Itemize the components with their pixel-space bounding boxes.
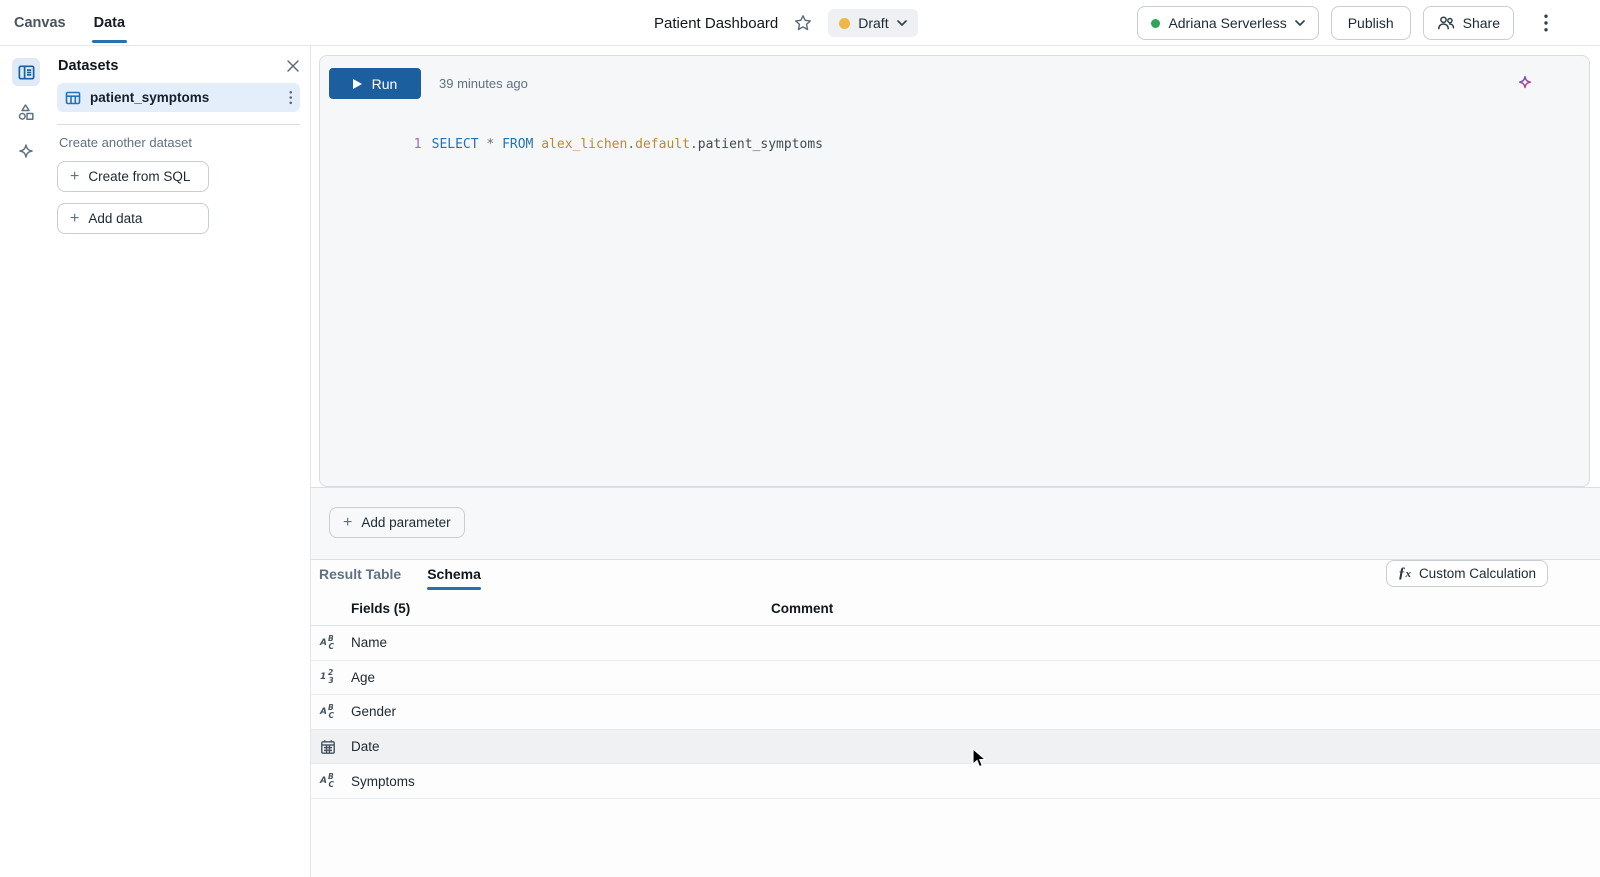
sql-editor-card: Run 39 minutes ago 1SELECT * FROM alex <box>319 55 1590 487</box>
sql-dot: . <box>690 137 698 152</box>
tab-schema[interactable]: Schema <box>427 560 481 588</box>
header-actions: Adriana Serverless Publish Share <box>1137 6 1556 40</box>
last-run-timestamp: 39 minutes ago <box>439 76 528 91</box>
rail-datasets-icon[interactable] <box>12 58 40 86</box>
sql-keyword: SELECT <box>432 137 479 152</box>
table-icon <box>65 90 81 106</box>
parameters-section: + Add parameter <box>311 487 1600 560</box>
sql-table-identifier: patient_symptoms <box>698 137 823 152</box>
create-from-sql-label: Create from SQL <box>88 169 190 184</box>
schema-row-gender[interactable]: ABC Gender <box>311 695 1600 730</box>
draft-dot-icon <box>839 18 850 29</box>
dataset-item-patient-symptoms[interactable]: patient_symptoms <box>57 83 300 112</box>
schema-table: Fields (5) Comment ABC Name 123 Age <box>311 590 1600 799</box>
sql-space <box>494 137 502 152</box>
rail-relationships-icon[interactable] <box>12 98 40 126</box>
add-parameter-button[interactable]: + Add parameter <box>329 507 465 538</box>
results-tabs: Result Table Schema ƒx Custom Calculatio… <box>311 560 1600 590</box>
custom-calculation-button[interactable]: ƒx Custom Calculation <box>1386 560 1548 587</box>
draft-status-dropdown[interactable]: Draft <box>828 9 917 37</box>
close-icon[interactable] <box>286 59 300 73</box>
datasets-panel-title: Datasets <box>58 58 118 74</box>
string-type-icon: ABC <box>320 773 336 789</box>
plus-icon: + <box>343 515 352 531</box>
rail-assistant-sparkle-icon[interactable] <box>12 138 40 166</box>
favorite-star-icon[interactable] <box>794 14 812 32</box>
share-label: Share <box>1463 15 1500 31</box>
top-header: Canvas Data Patient Dashboard Draft Adr <box>0 0 1600 46</box>
custom-calculation-label: Custom Calculation <box>1419 566 1536 581</box>
chevron-down-icon <box>1295 20 1305 26</box>
dataset-name: patient_symptoms <box>90 90 280 105</box>
sql-code-editor[interactable]: 1SELECT * FROM alex_lichen.default.patie… <box>320 118 1575 172</box>
sql-catalog-identifier: alex_lichen <box>541 137 627 152</box>
ai-sparkle-icon[interactable] <box>1517 75 1533 91</box>
draft-label: Draft <box>858 15 888 31</box>
schema-row-name[interactable]: ABC Name <box>311 626 1600 661</box>
kebab-menu-icon[interactable] <box>1536 6 1556 40</box>
plus-icon: + <box>70 211 79 227</box>
publish-label: Publish <box>1348 15 1394 31</box>
warehouse-selector[interactable]: Adriana Serverless <box>1137 6 1318 40</box>
schema-table-header: Fields (5) Comment <box>311 590 1600 626</box>
comment-column-header: Comment <box>771 601 833 616</box>
add-data-button[interactable]: + Add data <box>57 203 209 234</box>
field-name: Symptoms <box>351 774 415 789</box>
field-name: Date <box>351 739 380 754</box>
left-icon-rail <box>0 46 52 877</box>
main-area: Run 39 minutes ago 1SELECT * FROM alex <box>310 46 1600 877</box>
schema-row-symptoms[interactable]: ABC Symptoms <box>311 764 1600 799</box>
tab-canvas[interactable]: Canvas <box>14 0 66 46</box>
field-name: Age <box>351 670 375 685</box>
warehouse-label: Adriana Serverless <box>1168 15 1286 31</box>
sql-keyword: FROM <box>502 137 533 152</box>
chevron-down-icon <box>897 20 907 26</box>
results-panel: Result Table Schema ƒx Custom Calculatio… <box>311 560 1600 877</box>
title-group: Patient Dashboard Draft <box>654 0 918 46</box>
schema-row-age[interactable]: 123 Age <box>311 661 1600 696</box>
string-type-icon: ABC <box>320 635 336 651</box>
string-type-icon: ABC <box>320 704 336 720</box>
add-data-label: Add data <box>88 211 142 226</box>
dataset-kebab-icon[interactable] <box>289 90 293 105</box>
tab-data[interactable]: Data <box>94 0 125 46</box>
create-from-sql-button[interactable]: + Create from SQL <box>57 161 209 192</box>
tab-result-table[interactable]: Result Table <box>319 560 401 588</box>
datasets-panel: Datasets patient_symptoms Create another… <box>52 46 310 877</box>
run-button[interactable]: Run <box>329 68 421 99</box>
warehouse-status-dot-icon <box>1151 19 1160 28</box>
publish-button[interactable]: Publish <box>1331 6 1411 40</box>
fields-column-header: Fields (5) <box>351 601 410 616</box>
field-name: Gender <box>351 704 396 719</box>
fx-icon: ƒx <box>1398 566 1411 581</box>
app-window: Canvas Data Patient Dashboard Draft Adr <box>0 0 1600 877</box>
plus-icon: + <box>70 169 79 185</box>
play-icon <box>353 79 362 89</box>
schema-row-date[interactable]: Date <box>311 730 1600 765</box>
date-type-icon <box>320 739 336 755</box>
sql-dot: . <box>627 137 635 152</box>
add-parameter-label: Add parameter <box>361 515 450 530</box>
create-dataset-section-label: Create another dataset <box>59 135 310 150</box>
mode-tabs: Canvas Data <box>14 0 125 46</box>
people-icon <box>1437 14 1455 32</box>
divider <box>57 124 300 125</box>
page-title: Patient Dashboard <box>654 15 778 32</box>
run-label: Run <box>372 76 398 92</box>
number-type-icon: 123 <box>320 669 336 685</box>
share-button[interactable]: Share <box>1423 6 1514 40</box>
line-number: 1 <box>383 136 432 154</box>
field-name: Name <box>351 635 387 650</box>
sql-schema-identifier: default <box>635 137 690 152</box>
